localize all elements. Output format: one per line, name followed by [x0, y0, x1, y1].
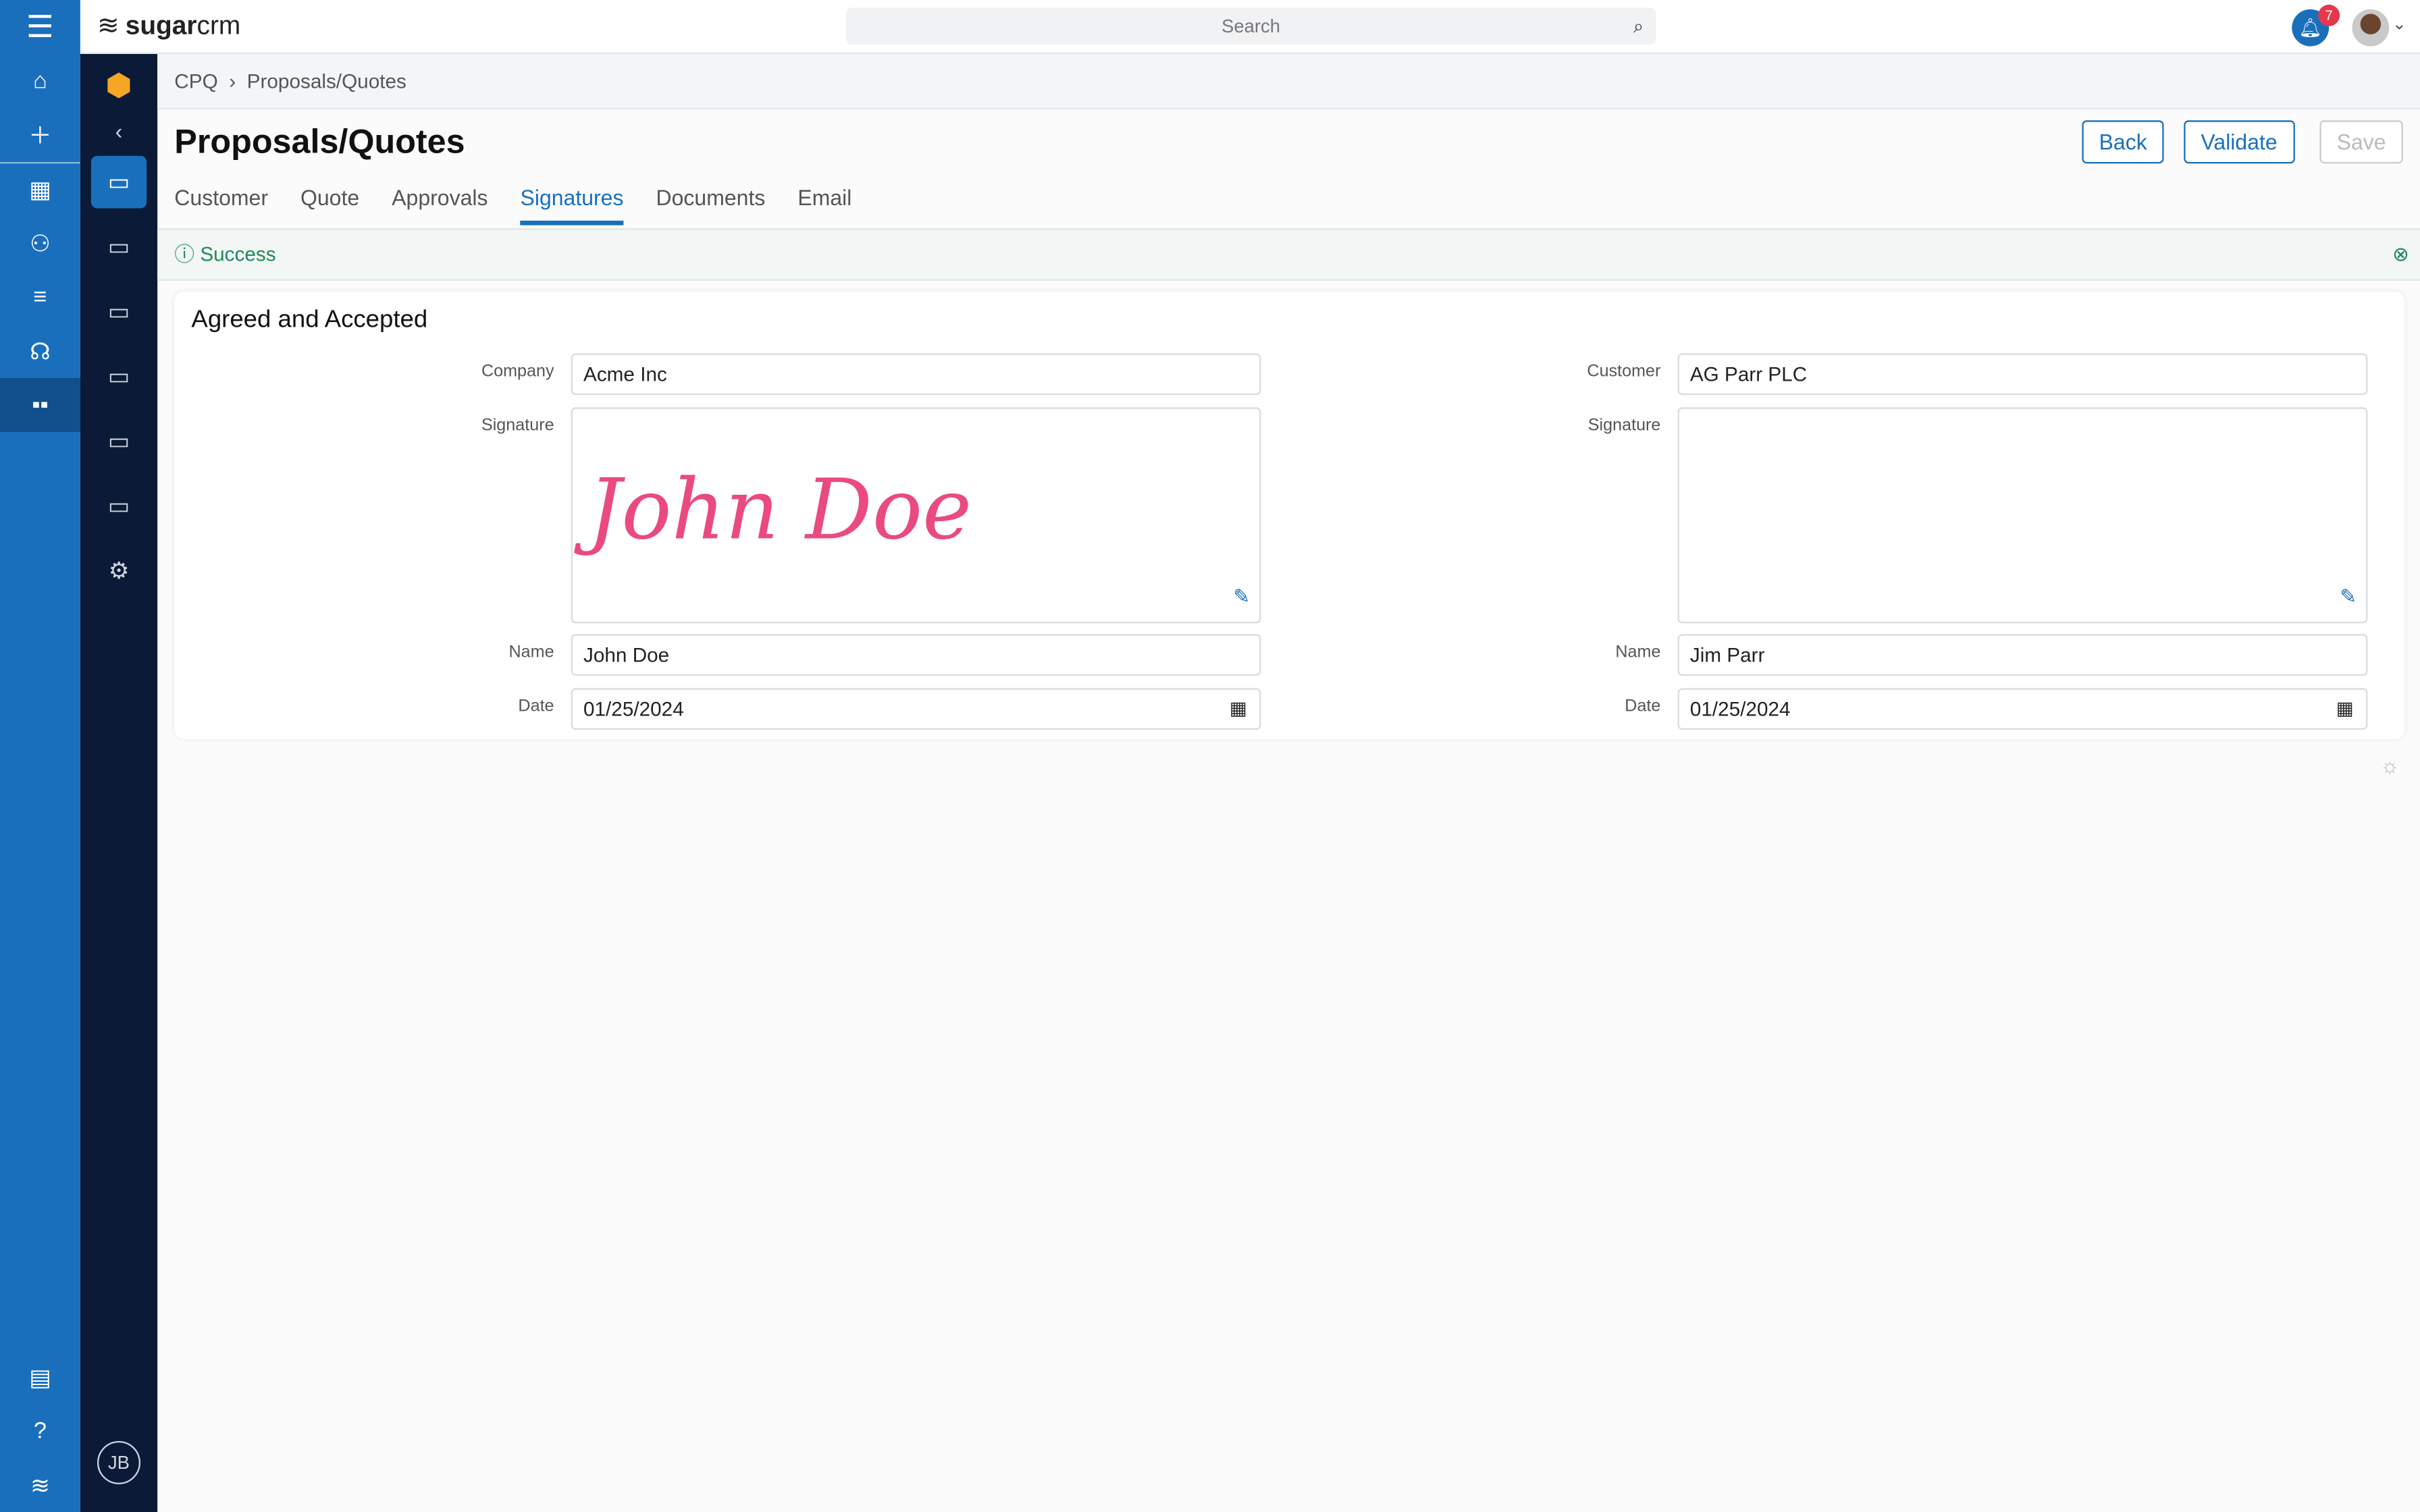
- customer-date-field[interactable]: 01/25/2024 ▦: [1677, 688, 2368, 730]
- main-nav-rail: ⌂ ＋ ▦ ⚇ ≡ ☊ ▪▪ ▤ ? ≋: [0, 53, 80, 1512]
- page-title: Proposals/Quotes: [174, 122, 465, 161]
- card-icon[interactable]: ▭: [91, 480, 147, 533]
- help-icon[interactable]: ?: [0, 1404, 80, 1458]
- customer-label: Customer: [1587, 362, 1661, 381]
- document-icon[interactable]: ▤: [0, 1350, 80, 1404]
- breadcrumb-cpq[interactable]: CPQ: [174, 70, 217, 92]
- accounts-building-icon[interactable]: ▦: [0, 161, 80, 216]
- signature-label: Signature: [1587, 416, 1661, 435]
- filter-icon[interactable]: ≡: [0, 270, 80, 324]
- home-icon[interactable]: ⌂: [0, 54, 80, 108]
- company-label: Company: [481, 362, 554, 381]
- card-icon[interactable]: ▭: [91, 350, 147, 403]
- card-title: Agreed and Accepted: [191, 306, 428, 333]
- contacts-person-icon[interactable]: ⚇: [0, 216, 80, 270]
- settings-gear-icon[interactable]: ⚙: [91, 545, 147, 597]
- signature-image: John Doe: [587, 461, 972, 559]
- pen-icon[interactable]: ✎: [1233, 585, 1250, 610]
- tab-bar: Customer Quote Approvals Signatures Docu…: [174, 185, 851, 225]
- user-avatar[interactable]: [2352, 9, 2390, 47]
- tab-email[interactable]: Email: [797, 185, 851, 225]
- validate-button[interactable]: Validate: [2184, 120, 2294, 164]
- date-label: Date: [518, 697, 554, 716]
- card-icon[interactable]: ▭: [91, 415, 147, 468]
- hamburger-menu-icon[interactable]: ☰: [0, 0, 80, 54]
- name-label: Name: [1615, 643, 1661, 662]
- date-label: Date: [1625, 697, 1661, 716]
- top-bar: ☰ ≋ sugarcrm Search ⌕ 🔔︎ 7 ⌄: [0, 0, 2420, 54]
- card-icon[interactable]: ▭: [91, 221, 147, 273]
- chevron-down-icon[interactable]: ⌄: [2392, 14, 2406, 34]
- company-field[interactable]: Acme Inc: [571, 353, 1261, 396]
- pen-icon[interactable]: ✎: [2340, 585, 2357, 610]
- customer-signer-name-field[interactable]: Jim Parr: [1677, 634, 2368, 676]
- bug-icon[interactable]: ☼: [2380, 753, 2400, 778]
- search-input[interactable]: Search ⌕: [845, 7, 1656, 45]
- apps-grid-icon[interactable]: ▪▪: [0, 377, 80, 432]
- sugarcrm-logo[interactable]: ≋ sugarcrm: [97, 11, 240, 42]
- breadcrumb: CPQ › Proposals/Quotes: [157, 53, 2420, 110]
- back-button[interactable]: Back: [2082, 120, 2164, 164]
- calendar-icon[interactable]: ▦: [2336, 690, 2354, 728]
- info-icon: ⓘ: [174, 242, 195, 266]
- company-date-field[interactable]: 01/25/2024 ▦: [571, 688, 1261, 730]
- card-icon[interactable]: ▭: [90, 155, 147, 209]
- plus-icon[interactable]: ＋: [0, 108, 80, 162]
- customer-signature-pad[interactable]: ✎: [1677, 407, 2368, 624]
- close-alert-icon[interactable]: ⊗: [2392, 230, 2409, 279]
- company-signer-name-field[interactable]: John Doe: [571, 634, 1261, 676]
- search-icon: ⌕: [1633, 15, 1644, 37]
- signature-label: Signature: [481, 416, 554, 435]
- tab-approvals[interactable]: Approvals: [392, 185, 488, 225]
- customer-field[interactable]: AG Parr PLC: [1677, 353, 2368, 396]
- tab-signatures[interactable]: Signatures: [520, 185, 624, 225]
- chevron-right-icon: ›: [223, 69, 242, 93]
- support-headset-icon[interactable]: ☊: [0, 324, 80, 378]
- signatures-card: Agreed and Accepted Company Acme Inc Sig…: [174, 291, 2405, 739]
- name-label: Name: [508, 643, 554, 662]
- user-initials-avatar[interactable]: JB: [97, 1440, 140, 1484]
- tab-quote[interactable]: Quote: [300, 185, 359, 225]
- tab-customer[interactable]: Customer: [174, 185, 268, 225]
- collapse-chevron-left-icon[interactable]: ‹: [80, 119, 157, 144]
- card-icon[interactable]: ▭: [91, 286, 147, 338]
- company-signature-pad[interactable]: John Doe ✎: [571, 407, 1261, 624]
- tab-documents[interactable]: Documents: [656, 185, 765, 225]
- notification-count-badge: 7: [2318, 4, 2340, 26]
- logo-icon: ≋: [97, 10, 120, 40]
- success-alert: ⓘ Success ⊗: [157, 228, 2420, 281]
- app-sidebar: ⬢ ‹ ▭ ▭ ▭ ▭ ▭ ▭ ⚙ JB: [80, 53, 158, 1512]
- layers-icon[interactable]: ≋: [0, 1458, 80, 1512]
- calendar-icon[interactable]: ▦: [1230, 690, 1247, 728]
- save-button[interactable]: Save: [2319, 120, 2403, 164]
- cpq-logo-icon: ⬢: [105, 69, 132, 104]
- breadcrumb-current: Proposals/Quotes: [246, 69, 406, 93]
